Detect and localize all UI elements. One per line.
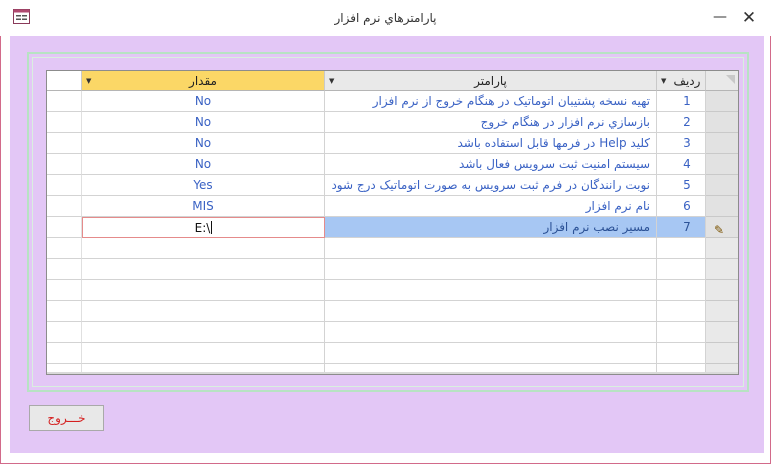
text-caret [211, 221, 213, 234]
row-number-cell[interactable] [657, 343, 706, 364]
param-cell[interactable]: کليد Help در فرمها قابل استفاده باشد [325, 133, 657, 154]
value-cell[interactable]: MIS [82, 196, 325, 217]
title-bar: پارامترهاي نرم افزار — ✕ [0, 0, 771, 36]
minimize-button[interactable]: — [710, 8, 730, 26]
column-header-param[interactable]: پارامتر ▼ [325, 71, 657, 91]
param-cell[interactable]: نوبت رانندگان در فرم ثبت سرويس به صورت ا… [325, 175, 657, 196]
param-cell[interactable]: سيستم امنيت ثبت سرويس فعال باشد [325, 154, 657, 175]
empty-table-row[interactable] [47, 343, 738, 364]
row-number-cell[interactable]: 7 [657, 217, 706, 238]
record-selector[interactable] [706, 322, 738, 343]
record-selector[interactable] [706, 343, 738, 364]
row-filler-cell [47, 112, 82, 133]
value-cell[interactable]: Yes [82, 175, 325, 196]
record-selector[interactable] [706, 259, 738, 280]
value-cell[interactable]: No [82, 154, 325, 175]
row-number-cell[interactable] [657, 322, 706, 343]
empty-table-row[interactable] [47, 322, 738, 343]
pencil-icon: ✎ [714, 223, 725, 237]
record-selector[interactable] [706, 196, 738, 217]
param-cell[interactable]: نام نرم افزار [325, 196, 657, 217]
table-row[interactable]: Yes نوبت رانندگان در فرم ثبت سرويس به صور… [47, 175, 738, 196]
header-spacer [47, 71, 82, 91]
row-filler-cell [47, 217, 82, 238]
table-row[interactable]: No کليد Help در فرمها قابل استفاده باشد 3 [47, 133, 738, 154]
row-filler-cell [47, 301, 82, 322]
row-filler-cell [47, 322, 82, 343]
param-cell[interactable]: مسير نصب نرم افزار [325, 217, 657, 238]
row-number-cell[interactable] [657, 238, 706, 259]
value-cell[interactable]: No [82, 133, 325, 154]
value-cell[interactable]: No [82, 112, 325, 133]
row-number-cell[interactable] [657, 259, 706, 280]
record-selector[interactable] [706, 91, 738, 112]
record-selector[interactable] [706, 280, 738, 301]
column-header-row-no[interactable]: رديف ▼ [657, 71, 706, 91]
row-number-cell[interactable]: 4 [657, 154, 706, 175]
sort-arrow-icon[interactable]: ▼ [661, 71, 666, 91]
record-selector[interactable]: ✎ [706, 217, 738, 238]
table-row[interactable]: No تهيه نسخه پشتيبان اتوماتيک در هنگام خر… [47, 91, 738, 112]
param-cell[interactable]: تهيه نسخه پشتيبان اتوماتيک در هنگام خروج… [325, 91, 657, 112]
param-cell[interactable] [325, 280, 657, 301]
form-body: مقدار ▼ پارامتر ▼ رديف ▼ No تهيه نسخه پشت… [10, 36, 764, 453]
table-row[interactable]: E:\ مسير نصب نرم افزار 7 ✎ [47, 217, 738, 238]
empty-table-row[interactable] [47, 301, 738, 322]
row-filler-cell [47, 91, 82, 112]
record-selector[interactable] [706, 301, 738, 322]
row-number-cell[interactable]: 2 [657, 112, 706, 133]
sort-arrow-icon[interactable]: ▼ [329, 71, 334, 91]
row-number-cell[interactable]: 3 [657, 133, 706, 154]
row-number-cell[interactable] [657, 280, 706, 301]
param-cell[interactable] [325, 301, 657, 322]
value-cell[interactable]: E:\ [82, 217, 325, 238]
parameters-grid[interactable]: مقدار ▼ پارامتر ▼ رديف ▼ No تهيه نسخه پشت… [46, 70, 739, 375]
param-cell[interactable] [325, 343, 657, 364]
row-filler-cell [47, 343, 82, 364]
value-cell[interactable] [82, 259, 325, 280]
record-selector[interactable] [706, 133, 738, 154]
record-selector[interactable] [706, 112, 738, 133]
value-cell[interactable] [82, 238, 325, 259]
corner-triangle-icon [726, 75, 735, 84]
record-selector[interactable] [706, 154, 738, 175]
empty-table-row[interactable] [47, 259, 738, 280]
param-cell[interactable] [325, 322, 657, 343]
row-number-cell[interactable]: 1 [657, 91, 706, 112]
record-selector[interactable] [706, 175, 738, 196]
row-filler-cell [47, 133, 82, 154]
value-cell[interactable] [82, 280, 325, 301]
sort-arrow-icon[interactable]: ▼ [86, 71, 91, 91]
window-title: پارامترهاي نرم افزار [334, 11, 437, 25]
grid-scroll-edge [47, 372, 738, 374]
value-cell[interactable] [82, 301, 325, 322]
close-button[interactable]: ✕ [738, 8, 760, 28]
row-number-cell[interactable]: 6 [657, 196, 706, 217]
row-filler-cell [47, 280, 82, 301]
param-cell[interactable]: بازسازي نرم افزار در هنگام خروج [325, 112, 657, 133]
row-filler-cell [47, 196, 82, 217]
empty-table-row[interactable] [47, 238, 738, 259]
empty-table-row[interactable] [47, 280, 738, 301]
value-cell[interactable] [82, 343, 325, 364]
row-filler-cell [47, 175, 82, 196]
param-cell[interactable] [325, 259, 657, 280]
table-row[interactable]: No بازسازي نرم افزار در هنگام خروج 2 [47, 112, 738, 133]
row-filler-cell [47, 154, 82, 175]
param-cell[interactable] [325, 238, 657, 259]
row-number-cell[interactable] [657, 301, 706, 322]
exit-button[interactable]: خـــروج [29, 405, 104, 431]
table-row[interactable]: No سيستم امنيت ثبت سرويس فعال باشد 4 [47, 154, 738, 175]
value-cell[interactable]: No [82, 91, 325, 112]
table-row[interactable]: MIS نام نرم افزار 6 [47, 196, 738, 217]
row-filler-cell [47, 238, 82, 259]
record-selector[interactable] [706, 238, 738, 259]
row-filler-cell [47, 259, 82, 280]
value-cell[interactable] [82, 322, 325, 343]
column-header-value[interactable]: مقدار ▼ [82, 71, 325, 91]
row-number-cell[interactable]: 5 [657, 175, 706, 196]
select-all-corner[interactable] [706, 71, 738, 91]
